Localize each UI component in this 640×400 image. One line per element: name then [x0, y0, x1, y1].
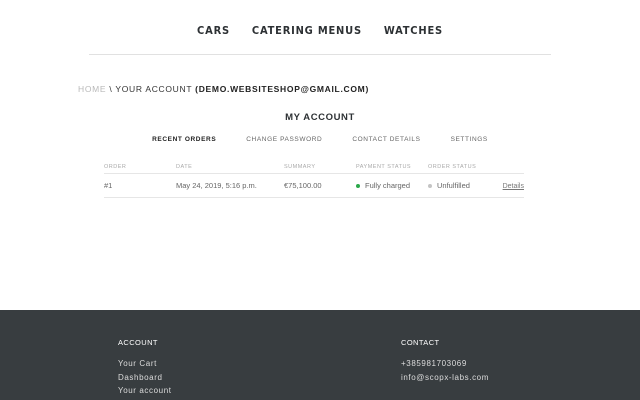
footer-account-title: ACCOUNT	[118, 338, 158, 347]
footer-account-column: ACCOUNT Your Cart Dashboard Your account	[118, 338, 172, 398]
column-header-payment-status: PAYMENT STATUS	[356, 163, 412, 170]
nav-item-catering-menus[interactable]: CATERING MENUS	[252, 24, 362, 37]
column-header-summary: SUMMARY	[284, 163, 316, 170]
order-number: #1	[104, 181, 113, 190]
tab-change-password[interactable]: CHANGE PASSWORD	[246, 136, 322, 143]
column-header-date: DATE	[176, 163, 193, 170]
footer-contact-email[interactable]: info@scopx-labs.com	[401, 371, 489, 385]
breadcrumb-home[interactable]: HOME	[78, 84, 106, 94]
nav-item-cars[interactable]: CARS	[197, 24, 230, 37]
tab-recent-orders[interactable]: RECENT ORDERS	[152, 136, 216, 143]
breadcrumb-separator: \	[109, 84, 113, 94]
payment-status-label: Fully charged	[365, 181, 411, 190]
payment-status: Fully charged	[356, 181, 428, 190]
footer-contact-title: CONTACT	[401, 338, 440, 347]
footer-contact-phone[interactable]: +385981703069	[401, 357, 489, 371]
breadcrumb: HOME \ YOUR ACCOUNT (DEMO.WEBSITESHOP@GMAI…	[78, 84, 369, 94]
footer-link-your-cart[interactable]: Your Cart	[118, 357, 172, 371]
breadcrumb-current: YOUR ACCOUNT	[115, 84, 193, 94]
main-nav: CARS CATERING MENUS WATCHES	[0, 24, 640, 37]
footer: ACCOUNT Your Cart Dashboard Your account…	[0, 310, 640, 400]
tab-contact-details[interactable]: CONTACT DETAILS	[352, 136, 420, 143]
footer-contact-column: CONTACT +385981703069 info@scopx-labs.co…	[401, 338, 489, 384]
footer-link-your-account[interactable]: Your account	[118, 384, 172, 398]
footer-link-dashboard[interactable]: Dashboard	[118, 371, 172, 385]
account-tabs: RECENT ORDERS CHANGE PASSWORD CONTACT DE…	[0, 136, 640, 143]
order-status: Unfulfilled	[428, 181, 500, 190]
order-summary: €75,100.00	[284, 181, 322, 190]
order-status-label: Unfulfilled	[437, 181, 470, 190]
page-title: MY ACCOUNT	[285, 112, 355, 123]
tab-settings[interactable]: SETTINGS	[451, 136, 488, 143]
table-row: #1 May 24, 2019, 5:16 p.m. €75,100.00 Fu…	[104, 174, 524, 198]
column-header-order-status: ORDER STATUS	[428, 163, 477, 170]
status-dot-icon	[428, 184, 432, 189]
orders-table-header: ORDER DATE SUMMARY PAYMENT STATUS ORDER …	[104, 160, 524, 174]
status-dot-icon	[356, 184, 360, 189]
column-header-order: ORDER	[104, 163, 127, 170]
breadcrumb-email: (DEMO.WEBSITESHOP@GMAIL.COM)	[195, 84, 369, 94]
nav-item-watches[interactable]: WATCHES	[384, 24, 443, 37]
order-details-link[interactable]: Details	[503, 183, 524, 190]
nav-divider	[89, 54, 551, 55]
order-date: May 24, 2019, 5:16 p.m.	[176, 181, 257, 190]
orders-table: ORDER DATE SUMMARY PAYMENT STATUS ORDER …	[104, 160, 524, 198]
